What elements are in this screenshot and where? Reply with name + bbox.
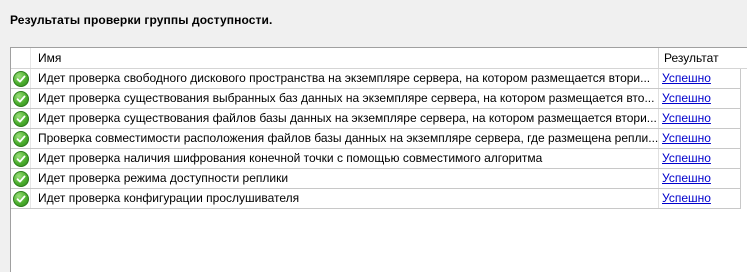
result-link[interactable]: Успешно bbox=[662, 191, 711, 205]
table-row[interactable]: Идет проверка режима доступности реплики… bbox=[11, 169, 741, 189]
success-check-icon bbox=[12, 70, 29, 87]
result-link[interactable]: Успешно bbox=[662, 91, 711, 105]
row-name: Идет проверка наличия шифрования конечно… bbox=[31, 149, 659, 168]
table-row[interactable]: Идет проверка существования выбранных ба… bbox=[11, 89, 741, 109]
name-column-header[interactable]: Имя bbox=[31, 48, 659, 68]
result-link[interactable]: Успешно bbox=[662, 131, 711, 145]
result-link[interactable]: Успешно bbox=[662, 171, 711, 185]
success-check-icon bbox=[12, 170, 29, 187]
table-row[interactable]: Идет проверка наличия шифрования конечно… bbox=[11, 149, 741, 169]
success-check-icon bbox=[12, 130, 29, 147]
table-row[interactable]: Идет проверка существования файлов базы … bbox=[11, 109, 741, 129]
success-check-icon bbox=[12, 190, 29, 207]
row-name: Идет проверка свободного дискового прост… bbox=[31, 69, 659, 88]
page-title: Результаты проверки группы доступности. bbox=[10, 13, 273, 27]
results-grid: Имя Результат Идет проверка свободного д… bbox=[10, 47, 747, 272]
result-column-header[interactable]: Результат bbox=[659, 48, 747, 68]
success-check-icon bbox=[12, 110, 29, 127]
row-name: Идет проверка конфигурации прослушивател… bbox=[31, 189, 659, 208]
row-name: Проверка совместимости расположения файл… bbox=[31, 129, 659, 148]
row-name: Идет проверка существования файлов базы … bbox=[31, 109, 659, 128]
row-name: Идет проверка режима доступности реплики bbox=[31, 169, 659, 188]
grid-header: Имя Результат bbox=[11, 48, 747, 69]
icon-column-header bbox=[11, 48, 31, 68]
table-row[interactable]: Идет проверка свободного дискового прост… bbox=[11, 69, 741, 89]
result-link[interactable]: Успешно bbox=[662, 71, 711, 85]
success-check-icon bbox=[12, 150, 29, 167]
table-row[interactable]: Идет проверка конфигурации прослушивател… bbox=[11, 189, 741, 209]
success-check-icon bbox=[12, 90, 29, 107]
table-row[interactable]: Проверка совместимости расположения файл… bbox=[11, 129, 741, 149]
result-link[interactable]: Успешно bbox=[662, 151, 711, 165]
result-link[interactable]: Успешно bbox=[662, 111, 711, 125]
row-name: Идет проверка существования выбранных ба… bbox=[31, 89, 659, 108]
